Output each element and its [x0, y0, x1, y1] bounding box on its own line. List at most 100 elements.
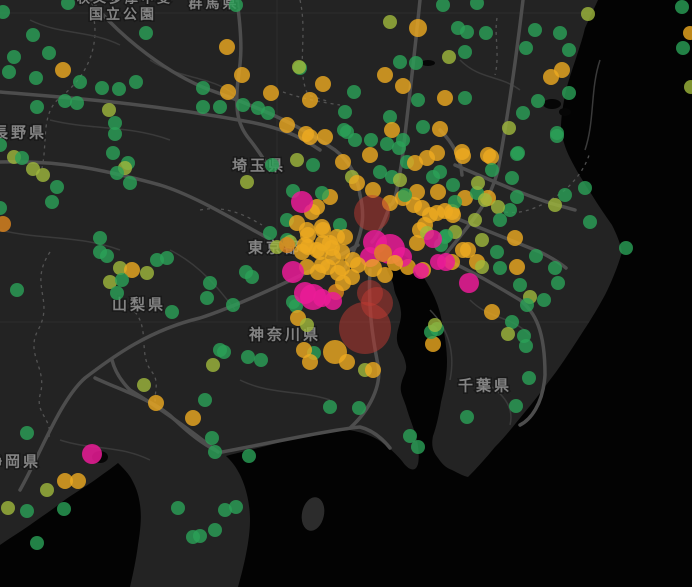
data-point-marker[interactable] [324, 240, 340, 256]
data-point-marker[interactable] [50, 180, 64, 194]
data-point-marker[interactable] [323, 400, 337, 414]
data-point-marker[interactable] [510, 190, 524, 204]
data-point-marker[interactable] [140, 266, 154, 280]
data-point-marker[interactable] [1, 501, 15, 515]
data-point-marker[interactable] [362, 147, 378, 163]
data-point-marker[interactable] [58, 94, 72, 108]
data-point-marker[interactable] [139, 26, 153, 40]
data-point-marker[interactable] [349, 175, 365, 191]
data-point-marker[interactable] [442, 50, 456, 64]
map-viewport[interactable]: 秩父多摩甲斐群馬県国立公園長野県埼玉県東京都山梨県神奈川県千葉県静岡県 [0, 0, 692, 587]
data-point-marker[interactable] [475, 233, 489, 247]
data-point-marker[interactable] [20, 504, 34, 518]
data-point-marker[interactable] [619, 241, 633, 255]
data-point-marker[interactable] [583, 215, 597, 229]
data-point-marker[interactable] [676, 41, 690, 55]
data-point-marker[interactable] [265, 158, 279, 172]
data-point-marker[interactable] [338, 105, 352, 119]
data-point-marker[interactable] [254, 353, 268, 367]
data-point-marker[interactable] [516, 106, 530, 120]
data-point-marker[interactable] [313, 289, 331, 307]
data-point-marker[interactable] [581, 7, 595, 21]
data-point-marker[interactable] [314, 219, 330, 235]
data-point-marker[interactable] [185, 410, 201, 426]
data-point-marker[interactable] [337, 123, 351, 137]
data-point-marker[interactable] [26, 28, 40, 42]
data-point-marker[interactable] [383, 15, 397, 29]
data-point-marker[interactable] [220, 84, 236, 100]
data-point-marker[interactable] [411, 93, 425, 107]
data-point-marker[interactable] [315, 76, 331, 92]
data-point-marker[interactable] [484, 304, 500, 320]
data-point-marker[interactable] [511, 146, 525, 160]
map-canvas[interactable]: 秩父多摩甲斐群馬県国立公園長野県埼玉県東京都山梨県神奈川県千葉県静岡県 [0, 0, 692, 587]
data-point-marker[interactable] [198, 393, 212, 407]
data-point-marker[interactable] [186, 530, 200, 544]
data-point-marker[interactable] [347, 85, 361, 99]
data-point-marker[interactable] [377, 67, 393, 83]
data-point-marker[interactable] [354, 195, 390, 231]
data-point-marker[interactable] [493, 261, 507, 275]
data-point-marker[interactable] [213, 100, 227, 114]
data-point-marker[interactable] [493, 213, 507, 227]
data-point-marker[interactable] [383, 110, 397, 124]
data-point-marker[interactable] [2, 65, 16, 79]
data-point-marker[interactable] [208, 523, 222, 537]
data-point-marker[interactable] [219, 39, 235, 55]
data-point-marker[interactable] [70, 473, 86, 489]
data-point-marker[interactable] [148, 395, 164, 411]
data-point-marker[interactable] [468, 213, 482, 227]
data-point-marker[interactable] [110, 286, 124, 300]
data-point-marker[interactable] [479, 26, 493, 40]
data-point-marker[interactable] [292, 60, 306, 74]
data-point-marker[interactable] [196, 81, 210, 95]
data-point-marker[interactable] [424, 230, 442, 248]
data-point-marker[interactable] [241, 350, 255, 364]
data-point-marker[interactable] [298, 126, 314, 142]
data-point-marker[interactable] [100, 249, 114, 263]
data-point-marker[interactable] [290, 153, 304, 167]
data-point-marker[interactable] [509, 399, 523, 413]
data-point-marker[interactable] [263, 226, 277, 240]
data-point-marker[interactable] [509, 259, 525, 275]
data-point-marker[interactable] [398, 188, 412, 202]
data-point-marker[interactable] [339, 354, 355, 370]
data-point-marker[interactable] [529, 249, 543, 263]
data-point-marker[interactable] [203, 276, 217, 290]
data-point-marker[interactable] [137, 378, 151, 392]
data-point-marker[interactable] [10, 283, 24, 297]
data-point-marker[interactable] [454, 144, 470, 160]
data-point-marker[interactable] [279, 237, 295, 253]
data-point-marker[interactable] [106, 146, 120, 160]
data-point-marker[interactable] [578, 181, 592, 195]
data-point-marker[interactable] [393, 173, 407, 187]
data-point-marker[interactable] [302, 354, 318, 370]
data-point-marker[interactable] [7, 50, 21, 64]
data-point-marker[interactable] [437, 90, 453, 106]
data-point-marker[interactable] [502, 121, 516, 135]
data-point-marker[interactable] [217, 345, 231, 359]
data-point-marker[interactable] [548, 261, 562, 275]
data-point-marker[interactable] [42, 46, 56, 60]
data-point-marker[interactable] [413, 263, 429, 279]
data-point-marker[interactable] [393, 55, 407, 69]
data-point-marker[interactable] [513, 278, 527, 292]
data-point-marker[interactable] [377, 267, 393, 283]
data-point-marker[interactable] [491, 200, 505, 214]
data-point-marker[interactable] [460, 242, 476, 258]
data-point-marker[interactable] [108, 127, 122, 141]
data-point-marker[interactable] [505, 315, 519, 329]
data-point-marker[interactable] [416, 120, 430, 134]
data-point-marker[interactable] [364, 133, 378, 147]
data-point-marker[interactable] [82, 444, 102, 464]
data-point-marker[interactable] [562, 86, 576, 100]
data-point-marker[interactable] [317, 129, 333, 145]
data-point-marker[interactable] [30, 536, 44, 550]
data-point-marker[interactable] [302, 92, 318, 108]
data-point-marker[interactable] [437, 253, 455, 271]
data-point-marker[interactable] [352, 401, 366, 415]
data-point-marker[interactable] [306, 158, 320, 172]
data-point-marker[interactable] [57, 502, 71, 516]
data-point-marker[interactable] [320, 259, 336, 275]
data-point-marker[interactable] [537, 293, 551, 307]
